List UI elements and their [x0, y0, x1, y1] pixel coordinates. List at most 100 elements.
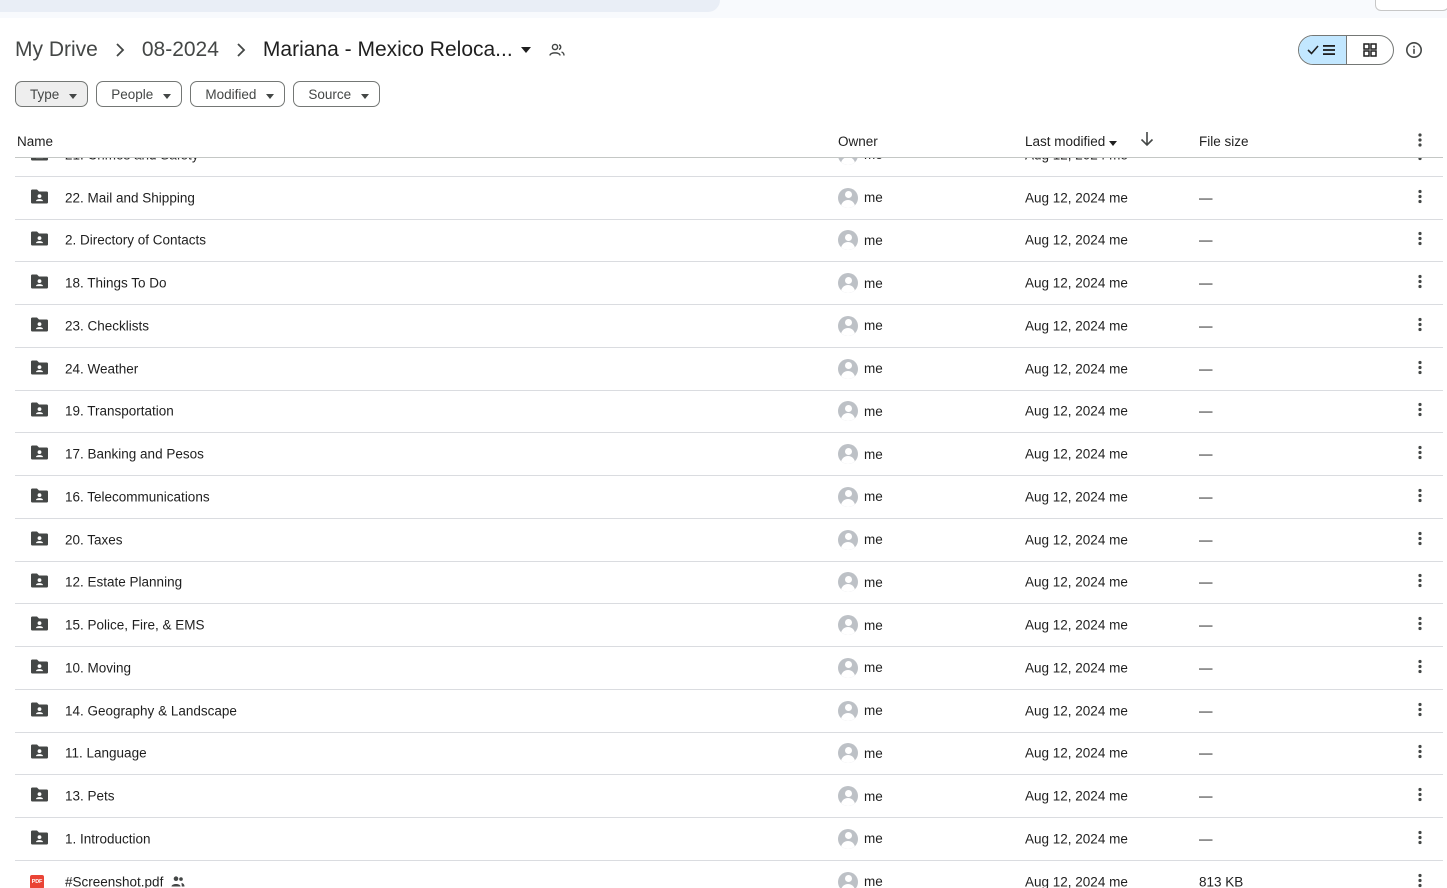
file-name: 2. Directory of Contacts: [65, 233, 206, 248]
more-actions-button[interactable]: [1413, 445, 1427, 464]
avatar: [838, 158, 858, 165]
filter-type-label: Type: [30, 86, 60, 102]
table-row[interactable]: 21. Crimes and Safety me Aug 12, 2024 me…: [15, 158, 1443, 177]
owner-text: me: [864, 403, 883, 419]
chevron-right-icon: [98, 43, 142, 57]
last-modified-cell: Aug 12, 2024 me: [1025, 788, 1128, 804]
more-actions-button[interactable]: [1413, 188, 1427, 207]
last-modified-cell: Aug 12, 2024 me: [1025, 532, 1128, 548]
avatar: [838, 871, 858, 888]
grid-view-button[interactable]: [1347, 36, 1394, 64]
owner-text: me: [864, 703, 883, 719]
file-size-cell: —: [1199, 318, 1213, 334]
more-actions-button[interactable]: [1413, 487, 1427, 506]
table-row[interactable]: 18. Things To Do me Aug 12, 2024 me —: [15, 262, 1443, 305]
more-actions-button[interactable]: [1413, 701, 1427, 720]
column-last-modified[interactable]: Last modified: [1025, 134, 1118, 149]
table-row[interactable]: 17. Banking and Pesos me Aug 12, 2024 me…: [15, 433, 1443, 476]
last-modified-cell: Aug 12, 2024 me: [1025, 489, 1128, 505]
breadcrumb-my-drive[interactable]: My Drive: [15, 38, 98, 62]
avatar: [838, 486, 858, 507]
table-row[interactable]: 10. Moving me Aug 12, 2024 me —: [15, 647, 1443, 690]
file-size-cell: —: [1199, 190, 1213, 206]
more-actions-button[interactable]: [1413, 274, 1427, 293]
table-row[interactable]: 20. Taxes me Aug 12, 2024 me —: [15, 519, 1443, 562]
last-modified-cell: Aug 12, 2024 me: [1025, 703, 1128, 719]
table-row[interactable]: 19. Transportation me Aug 12, 2024 me —: [15, 391, 1443, 434]
table-row[interactable]: 16. Telecommunications me Aug 12, 2024 m…: [15, 476, 1443, 519]
owner-text: me: [864, 489, 883, 505]
table-row[interactable]: 24. Weather me Aug 12, 2024 me —: [15, 348, 1443, 391]
shared-folder-icon: [30, 445, 49, 464]
table-row[interactable]: 15. Police, Fire, & EMS me Aug 12, 2024 …: [15, 604, 1443, 647]
table-row[interactable]: 11. Language me Aug 12, 2024 me —: [15, 733, 1443, 776]
table-row[interactable]: 12. Estate Planning me Aug 12, 2024 me —: [15, 562, 1443, 605]
filter-people[interactable]: People: [96, 81, 183, 107]
search-bar[interactable]: [0, 0, 720, 12]
more-actions-button[interactable]: [1413, 829, 1427, 848]
filter-modified-label: Modified: [205, 86, 257, 102]
more-actions-button[interactable]: [1413, 787, 1427, 806]
more-vert-icon: [1418, 189, 1422, 203]
last-modified-cell: Aug 12, 2024 me: [1025, 574, 1128, 590]
table-row[interactable]: 2. Directory of Contacts me Aug 12, 2024…: [15, 220, 1443, 263]
more-actions-button[interactable]: [1413, 616, 1427, 635]
more-actions-button[interactable]: [1413, 573, 1427, 592]
filter-type[interactable]: Type: [15, 81, 89, 107]
caret-down-icon: [361, 87, 370, 102]
owner-text: me: [864, 831, 883, 847]
filter-source[interactable]: Source: [293, 81, 381, 107]
file-list-header: Name Owner Last modified File size: [15, 125, 1443, 158]
more-actions-button[interactable]: [1413, 872, 1427, 888]
file-name: 20. Taxes: [65, 532, 123, 547]
shared-folder-icon: [30, 573, 49, 592]
table-row[interactable]: 22. Mail and Shipping me Aug 12, 2024 me…: [15, 177, 1443, 220]
table-row[interactable]: 14. Geography & Landscape me Aug 12, 202…: [15, 690, 1443, 733]
file-name: #Screenshot.pdf: [65, 874, 185, 888]
shared-folder-icon: [30, 658, 49, 677]
more-vert-icon: [1418, 360, 1422, 374]
more-actions-button[interactable]: [1413, 658, 1427, 677]
file-name-text: 14. Geography & Landscape: [65, 703, 237, 719]
file-name: 1. Introduction: [65, 831, 151, 846]
file-name-text: 12. Estate Planning: [65, 574, 183, 590]
table-row[interactable]: 23. Checklists me Aug 12, 2024 me —: [15, 305, 1443, 348]
owner-cell: me: [838, 572, 883, 593]
column-name[interactable]: Name: [17, 134, 53, 149]
caret-down-icon[interactable]: [520, 47, 531, 53]
table-row[interactable]: PDF #Screenshot.pdf me Aug 12, 2024 me 8…: [15, 861, 1443, 888]
caret-down-icon: [1109, 134, 1118, 149]
table-row[interactable]: 1. Introduction me Aug 12, 2024 me —: [15, 818, 1443, 861]
owner-text: me: [864, 617, 883, 633]
file-name: 16. Telecommunications: [65, 489, 210, 504]
more-actions-button[interactable]: [1413, 158, 1427, 164]
more-vert-icon: [1418, 488, 1422, 502]
more-actions-button[interactable]: [1413, 530, 1427, 549]
more-actions-button[interactable]: [1413, 744, 1427, 763]
info-button[interactable]: [1402, 38, 1426, 62]
more-vert-icon: [1418, 403, 1422, 417]
people-icon[interactable]: [548, 43, 565, 57]
more-vert-icon: [1418, 531, 1422, 545]
list-view-button[interactable]: [1299, 36, 1347, 64]
column-owner[interactable]: Owner: [838, 134, 878, 149]
avatar: [838, 657, 858, 678]
more-actions-button[interactable]: [1413, 231, 1427, 250]
sort-direction-button[interactable]: [1140, 131, 1154, 150]
breadcrumb-08-2024[interactable]: 08-2024: [142, 38, 219, 62]
file-name: 15. Police, Fire, & EMS: [65, 618, 205, 633]
column-options-button[interactable]: [1413, 132, 1427, 151]
breadcrumb-current-folder[interactable]: Mariana - Mexico Reloca...: [263, 38, 513, 62]
more-vert-icon: [1418, 232, 1422, 246]
file-name: 14. Geography & Landscape: [65, 703, 237, 718]
caret-down-icon: [69, 87, 78, 102]
file-size-cell: —: [1199, 660, 1213, 676]
file-name: 13. Pets: [65, 789, 115, 804]
column-file-size[interactable]: File size: [1199, 134, 1249, 149]
filter-modified[interactable]: Modified: [190, 81, 286, 107]
more-actions-button[interactable]: [1413, 316, 1427, 335]
more-actions-button[interactable]: [1413, 359, 1427, 378]
more-actions-button[interactable]: [1413, 402, 1427, 421]
table-row[interactable]: 13. Pets me Aug 12, 2024 me —: [15, 775, 1443, 818]
top-right-button[interactable]: [1375, 0, 1447, 11]
